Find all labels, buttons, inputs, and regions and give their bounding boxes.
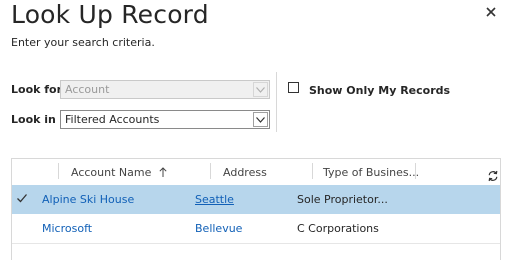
type-of-business-cell: C Corporations: [297, 222, 379, 235]
column-label: Account Name: [71, 166, 152, 179]
look-for-select: Account: [60, 80, 270, 99]
chevron-down-icon[interactable]: [253, 112, 268, 127]
column-separator: [415, 163, 416, 179]
close-icon[interactable]: [483, 4, 499, 20]
look-for-label: Look for: [11, 83, 63, 96]
column-separator: [312, 163, 313, 179]
dialog-title: Look Up Record: [11, 0, 209, 29]
column-header-address[interactable]: Address: [223, 166, 267, 179]
column-header-type-of-business[interactable]: Type of Busines...: [323, 166, 419, 179]
look-in-label: Look in: [11, 113, 56, 126]
chevron-down-icon: [253, 82, 268, 97]
column-header-account-name[interactable]: Account Name: [71, 166, 167, 180]
table-row[interactable]: Alpine Ski House Seattle Sole Proprietor…: [12, 185, 500, 214]
address-link[interactable]: Bellevue: [195, 222, 242, 235]
sort-ascending-icon: [159, 167, 167, 180]
type-of-business-cell: Sole Proprietor...: [297, 193, 388, 206]
show-only-my-records-checkbox[interactable]: [288, 82, 299, 93]
look-for-value: Account: [65, 83, 110, 96]
account-name-link[interactable]: Alpine Ski House: [42, 193, 134, 206]
column-separator: [58, 163, 59, 179]
vertical-divider: [276, 72, 277, 132]
results-grid: Account Name Address Type of Busines...: [11, 158, 501, 260]
refresh-icon[interactable]: [487, 167, 499, 182]
table-row[interactable]: Microsoft Bellevue C Corporations: [12, 214, 500, 243]
show-only-my-records-label: Show Only My Records: [309, 84, 451, 97]
column-separator: [210, 163, 211, 179]
lookup-record-dialog: Look Up Record Enter your search criteri…: [0, 0, 519, 260]
address-link[interactable]: Seattle: [195, 193, 234, 206]
look-in-value: Filtered Accounts: [65, 113, 160, 126]
checkmark-icon[interactable]: [16, 192, 28, 204]
look-in-select[interactable]: Filtered Accounts: [60, 110, 270, 129]
dialog-subtitle: Enter your search criteria.: [11, 36, 155, 49]
account-name-link[interactable]: Microsoft: [42, 222, 92, 235]
row-divider: [12, 243, 500, 244]
grid-header: Account Name Address Type of Busines...: [12, 159, 500, 185]
